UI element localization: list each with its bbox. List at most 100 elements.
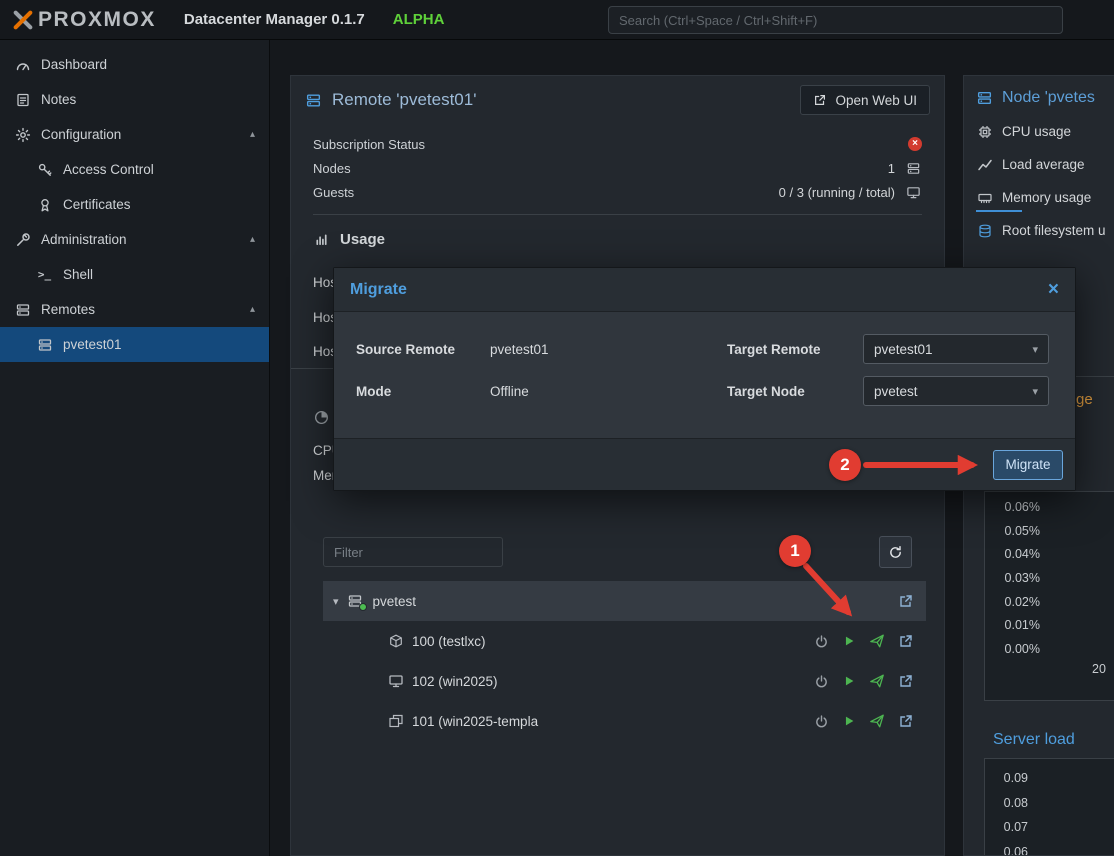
node-panel-item-root-filesystem[interactable]: Root filesystem u bbox=[964, 214, 1114, 247]
external-link-icon[interactable] bbox=[898, 673, 914, 689]
search-input[interactable] bbox=[608, 6, 1063, 34]
power-icon[interactable] bbox=[814, 674, 829, 689]
power-icon[interactable] bbox=[814, 634, 829, 649]
brand-wordmark: PROXMOX bbox=[38, 8, 156, 32]
selected-indicator bbox=[976, 210, 1022, 212]
sidebar-item-administration[interactable]: Administration ▴ bbox=[0, 222, 269, 257]
start-icon[interactable] bbox=[842, 714, 856, 728]
source-remote-value: pvetest01 bbox=[490, 342, 727, 357]
guests-row: Guests 0 / 3 (running / total) bbox=[313, 180, 922, 204]
pie-chart-icon bbox=[313, 409, 330, 426]
mode-label: Mode bbox=[356, 384, 490, 399]
usage-title: Usage bbox=[340, 231, 385, 248]
open-web-ui-label: Open Web UI bbox=[835, 93, 917, 108]
sidebar-item-pvetest01[interactable]: pvetest01 bbox=[0, 327, 269, 362]
tree-row-guest-100[interactable]: 100 (testlxc) bbox=[323, 621, 926, 661]
migrate-dialog-header: Migrate × bbox=[334, 268, 1075, 312]
guests-label: Guests bbox=[313, 185, 354, 200]
migrate-icon[interactable] bbox=[869, 633, 885, 649]
subscription-status-label: Subscription Status bbox=[313, 137, 425, 152]
y-tick: 0.02% bbox=[1005, 595, 1040, 609]
monitor-icon bbox=[905, 185, 922, 200]
node-panel-item-cpu-usage[interactable]: CPU usage bbox=[964, 115, 1114, 148]
guest-name: 102 (win2025) bbox=[412, 674, 498, 689]
y-tick: 0.05% bbox=[1005, 524, 1040, 538]
dialog-row: Mode Offline Target Node pvetest ▾ bbox=[356, 370, 1053, 412]
subscription-status-row: Subscription Status × bbox=[313, 132, 922, 156]
power-icon[interactable] bbox=[814, 714, 829, 729]
sidebar-item-label: Dashboard bbox=[41, 57, 107, 72]
filter-input[interactable] bbox=[323, 537, 503, 567]
node-online-icon bbox=[347, 593, 365, 609]
divider bbox=[313, 214, 922, 215]
start-icon[interactable] bbox=[842, 634, 856, 648]
node-panel-item-label: CPU usage bbox=[1002, 124, 1071, 139]
start-icon[interactable] bbox=[842, 674, 856, 688]
tree-row-guest-102[interactable]: 102 (win2025) bbox=[323, 661, 926, 701]
external-link-icon[interactable] bbox=[898, 713, 914, 729]
server-load-title: Server load bbox=[993, 731, 1075, 749]
chart-y-axis: 0.06% 0.05% 0.04% 0.03% 0.02% 0.01% 0.00… bbox=[984, 500, 1040, 656]
node-icon bbox=[976, 89, 993, 107]
clipped-chart-title: ge bbox=[1076, 391, 1093, 408]
lxc-container-icon bbox=[387, 633, 404, 649]
app-title: Datacenter Manager 0.1.7 bbox=[184, 11, 365, 28]
sidebar: Dashboard Notes Configuration ▴ Access C… bbox=[0, 40, 270, 856]
remote-panel-header: Remote 'pvetest01' Open Web UI bbox=[291, 76, 944, 124]
close-icon[interactable]: × bbox=[1048, 280, 1059, 299]
sidebar-item-label: Access Control bbox=[63, 162, 154, 177]
migrate-dialog: Migrate × Source Remote pvetest01 Target… bbox=[333, 267, 1076, 491]
y-tick: 0.06 bbox=[1004, 845, 1028, 856]
target-remote-value: pvetest01 bbox=[874, 342, 933, 357]
y-tick: 0.06% bbox=[1005, 500, 1040, 514]
y-tick: 0.08 bbox=[1004, 796, 1028, 810]
sidebar-item-label: Certificates bbox=[63, 197, 131, 212]
y-tick: 0.04% bbox=[1005, 547, 1040, 561]
external-link-icon[interactable] bbox=[898, 633, 914, 649]
y-tick: 0.07 bbox=[1004, 820, 1028, 834]
target-remote-select[interactable]: pvetest01 ▾ bbox=[863, 334, 1049, 364]
node-panel-item-load-average[interactable]: Load average bbox=[964, 148, 1114, 181]
migrate-icon[interactable] bbox=[869, 713, 885, 729]
sidebar-item-label: Remotes bbox=[41, 302, 95, 317]
page-title: Remote 'pvetest01' bbox=[332, 90, 476, 110]
external-link-icon[interactable] bbox=[898, 593, 914, 609]
refresh-button[interactable] bbox=[879, 536, 912, 568]
node-panel-item-memory-usage[interactable]: Memory usage bbox=[964, 181, 1114, 214]
sidebar-item-certificates[interactable]: Certificates bbox=[0, 187, 269, 222]
target-remote-label: Target Remote bbox=[727, 342, 863, 357]
sidebar-item-remotes[interactable]: Remotes ▴ bbox=[0, 292, 269, 327]
chevron-up-icon: ▴ bbox=[250, 129, 255, 140]
server-icon bbox=[36, 337, 53, 353]
open-web-ui-button[interactable]: Open Web UI bbox=[800, 85, 930, 115]
sidebar-item-label: Shell bbox=[63, 267, 93, 282]
bar-chart-icon bbox=[313, 232, 330, 247]
sidebar-item-configuration[interactable]: Configuration ▴ bbox=[0, 117, 269, 152]
tree-row-guest-101[interactable]: 101 (win2025-templa bbox=[323, 701, 926, 741]
memory-icon bbox=[976, 190, 993, 206]
sidebar-item-access-control[interactable]: Access Control bbox=[0, 152, 269, 187]
migrate-icon[interactable] bbox=[869, 673, 885, 689]
migrate-dialog-body: Source Remote pvetest01 Target Remote pv… bbox=[334, 312, 1075, 412]
nodes-row: Nodes 1 bbox=[313, 156, 922, 180]
sidebar-item-shell[interactable]: >_ Shell bbox=[0, 257, 269, 292]
cpu-icon bbox=[976, 124, 993, 140]
external-link-icon bbox=[813, 93, 827, 107]
tree-row-node-pvetest[interactable]: ▾ pvetest bbox=[323, 581, 926, 621]
sidebar-item-label: Notes bbox=[41, 92, 76, 107]
migrate-button[interactable]: Migrate bbox=[993, 450, 1063, 480]
step-1-badge: 1 bbox=[779, 535, 811, 567]
target-node-select[interactable]: pvetest ▾ bbox=[863, 376, 1049, 406]
server-icon bbox=[905, 161, 922, 176]
sidebar-item-dashboard[interactable]: Dashboard bbox=[0, 47, 269, 82]
refresh-icon bbox=[888, 545, 903, 560]
chevron-down-icon[interactable]: ▾ bbox=[333, 595, 339, 608]
database-icon bbox=[976, 223, 993, 239]
guests-value: 0 / 3 (running / total) bbox=[779, 185, 895, 200]
sidebar-item-notes[interactable]: Notes bbox=[0, 82, 269, 117]
chart-y-axis: 0.09 0.08 0.07 0.06 bbox=[984, 771, 1028, 856]
template-icon bbox=[387, 713, 404, 729]
vm-monitor-icon bbox=[387, 673, 404, 689]
node-panel-title: Node 'pvetes bbox=[964, 76, 1114, 115]
y-tick: 0.03% bbox=[1005, 571, 1040, 585]
